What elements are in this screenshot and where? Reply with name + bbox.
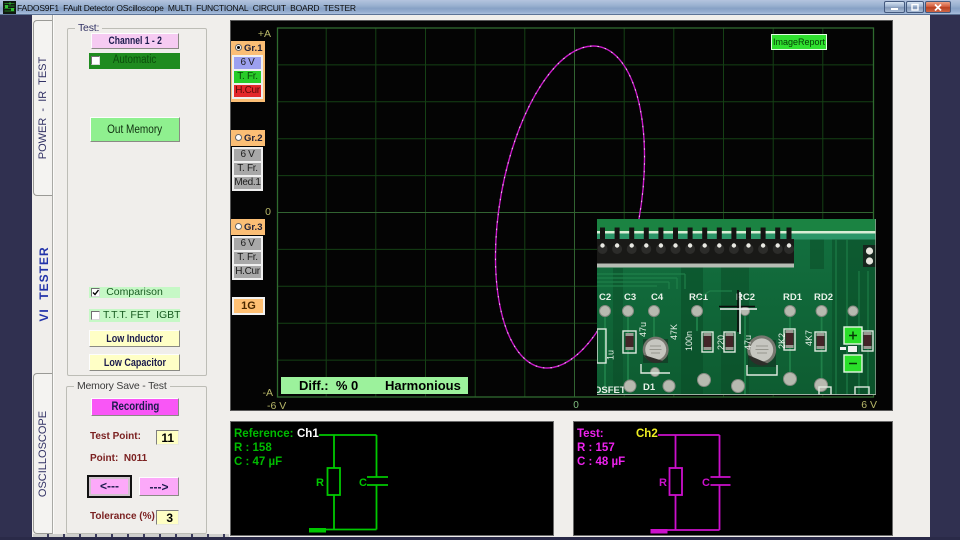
svg-text:+A: +A	[258, 28, 271, 40]
svg-text:C : 47 µF: C : 47 µF	[234, 456, 282, 468]
svg-text:220: 220	[716, 335, 726, 350]
svg-text:OSFET: OSFET	[597, 385, 626, 395]
svg-text:RC2: RC2	[736, 292, 755, 303]
svg-text:C3: C3	[624, 292, 636, 303]
svg-text:47u: 47u	[638, 322, 648, 337]
svg-text:1u: 1u	[606, 350, 616, 360]
svg-text:R : 157: R : 157	[577, 442, 615, 454]
svg-text:Reference:: Reference:	[234, 428, 293, 440]
svg-text:R: R	[316, 477, 324, 489]
svg-text:C : 48 µF: C : 48 µF	[577, 456, 625, 468]
svg-text:Ch2: Ch2	[636, 428, 658, 440]
svg-text:47u: 47u	[743, 335, 753, 350]
svg-text:0: 0	[573, 400, 579, 410]
svg-text:-A: -A	[263, 387, 274, 399]
svg-text:0: 0	[265, 206, 271, 218]
svg-text:47K: 47K	[669, 324, 679, 340]
svg-text:6 V: 6 V	[861, 399, 877, 410]
svg-text:C: C	[702, 477, 710, 489]
svg-text:RD1: RD1	[783, 292, 803, 303]
svg-text:RD2: RD2	[814, 292, 833, 303]
svg-text:Ch1: Ch1	[297, 428, 319, 440]
svg-text:4K7: 4K7	[804, 330, 814, 346]
svg-text:D1: D1	[643, 382, 656, 393]
svg-text:C4: C4	[651, 292, 664, 303]
svg-text:R: R	[659, 477, 667, 489]
svg-text:C2: C2	[599, 292, 611, 303]
svg-text:-6 V: -6 V	[267, 400, 286, 410]
svg-text:2K2: 2K2	[777, 333, 787, 349]
svg-text:C: C	[359, 477, 367, 489]
svg-text:Test:: Test:	[577, 428, 604, 440]
svg-text:R : 158: R : 158	[234, 442, 272, 454]
svg-text:100n: 100n	[684, 331, 694, 351]
